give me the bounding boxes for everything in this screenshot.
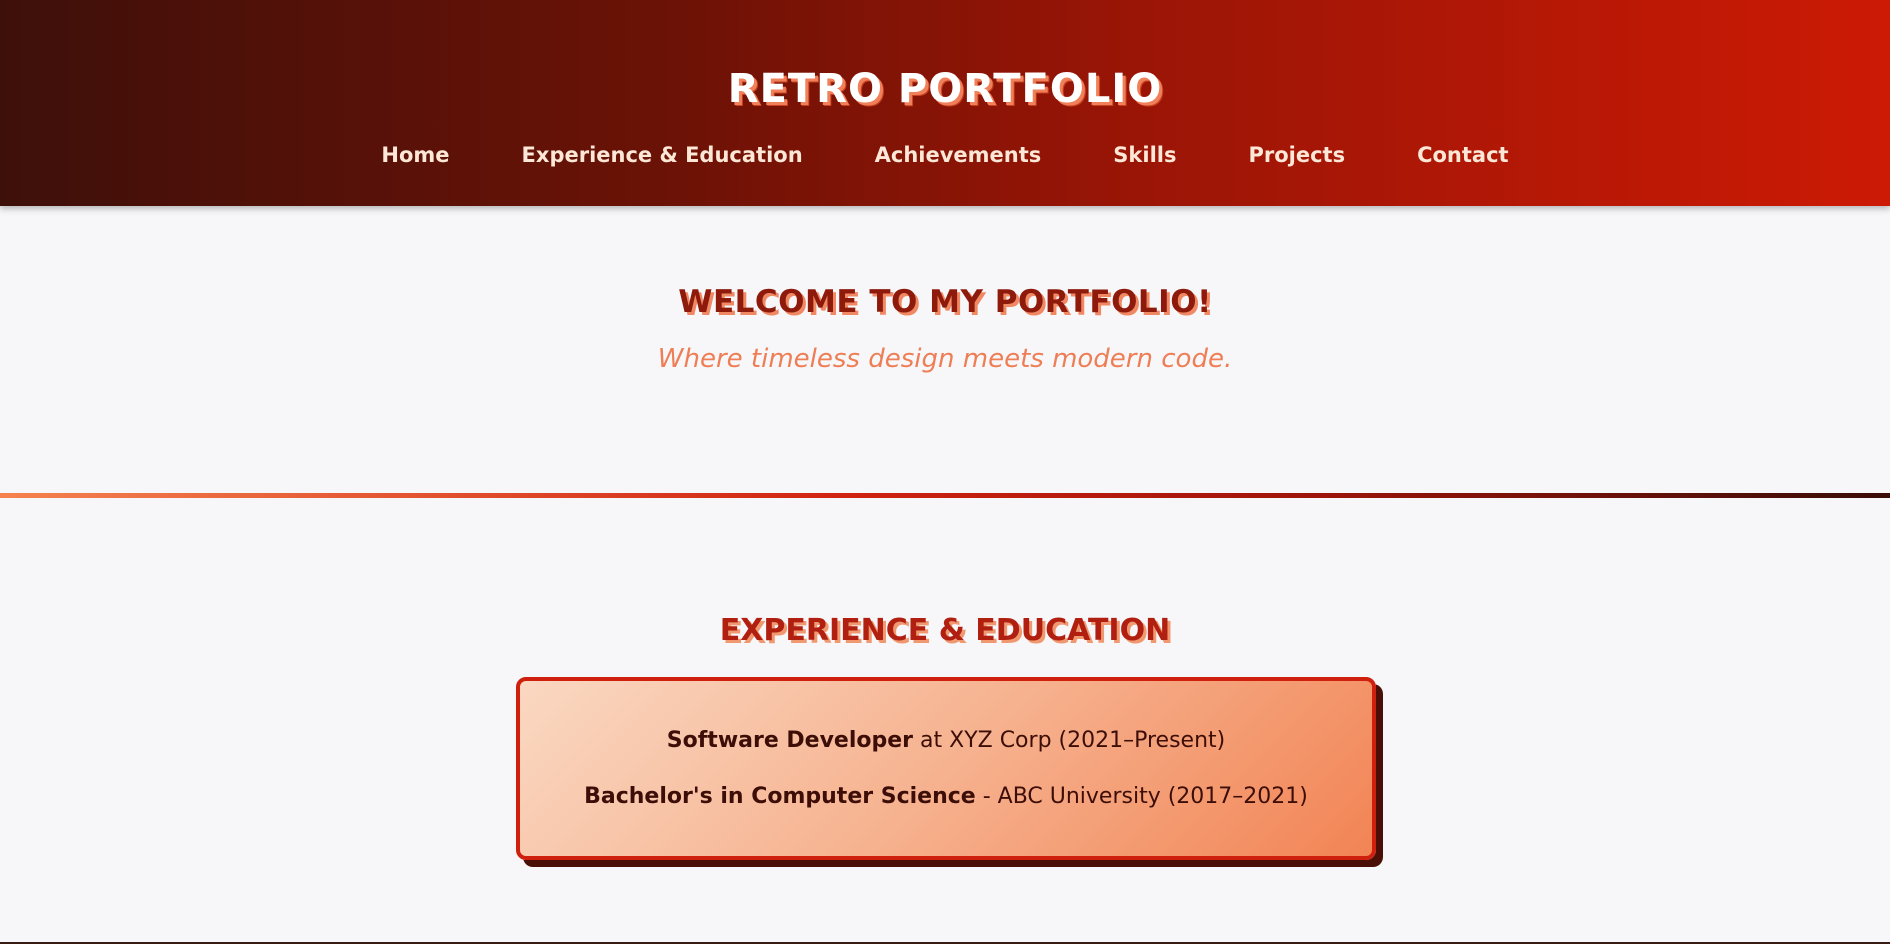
experience-item-detail: at XYZ Corp (2021–Present)	[913, 728, 1226, 753]
nav-link-experience-education[interactable]: Experience & Education	[522, 143, 803, 167]
experience-item-title: Software Developer	[666, 728, 914, 753]
nav-link-skills[interactable]: Skills	[1113, 143, 1176, 167]
main-nav: Home Experience & Education Achievements…	[0, 143, 1890, 167]
nav-link-projects[interactable]: Projects	[1248, 143, 1345, 167]
nav-link-contact[interactable]: Contact	[1417, 143, 1509, 167]
education-item-title: Bachelor's in Computer Science	[584, 784, 976, 809]
experience-item: Software Developer at XYZ Corp (2021–Pre…	[520, 728, 1372, 753]
hero-section: Welcome to My Portfolio! Where timeless …	[0, 206, 1890, 493]
nav-link-achievements[interactable]: Achievements	[875, 143, 1042, 167]
nav-link-home[interactable]: Home	[381, 143, 449, 167]
experience-section: Experience & Education Software Develope…	[0, 498, 1890, 944]
nav-item-projects: Projects	[1248, 143, 1345, 167]
nav-item-contact: Contact	[1417, 143, 1509, 167]
education-item-detail: - ABC University (2017–2021)	[975, 784, 1308, 809]
education-item: Bachelor's in Computer Science - ABC Uni…	[520, 784, 1372, 809]
hero-tagline: Where timeless design meets modern code.	[657, 344, 1233, 374]
experience-heading: Experience & Education	[719, 613, 1171, 648]
nav-list: Home Experience & Education Achievements…	[0, 143, 1890, 167]
nav-item-achievements: Achievements	[875, 143, 1042, 167]
nav-item-skills: Skills	[1113, 143, 1176, 167]
site-header: Retro Portfolio Home Experience & Educat…	[0, 0, 1890, 206]
nav-item-home: Home	[381, 143, 449, 167]
experience-card: Software Developer at XYZ Corp (2021–Pre…	[516, 677, 1376, 860]
hero-heading: Welcome to My Portfolio!	[678, 284, 1212, 320]
site-title: Retro Portfolio	[727, 66, 1163, 112]
nav-item-experience: Experience & Education	[522, 143, 803, 167]
